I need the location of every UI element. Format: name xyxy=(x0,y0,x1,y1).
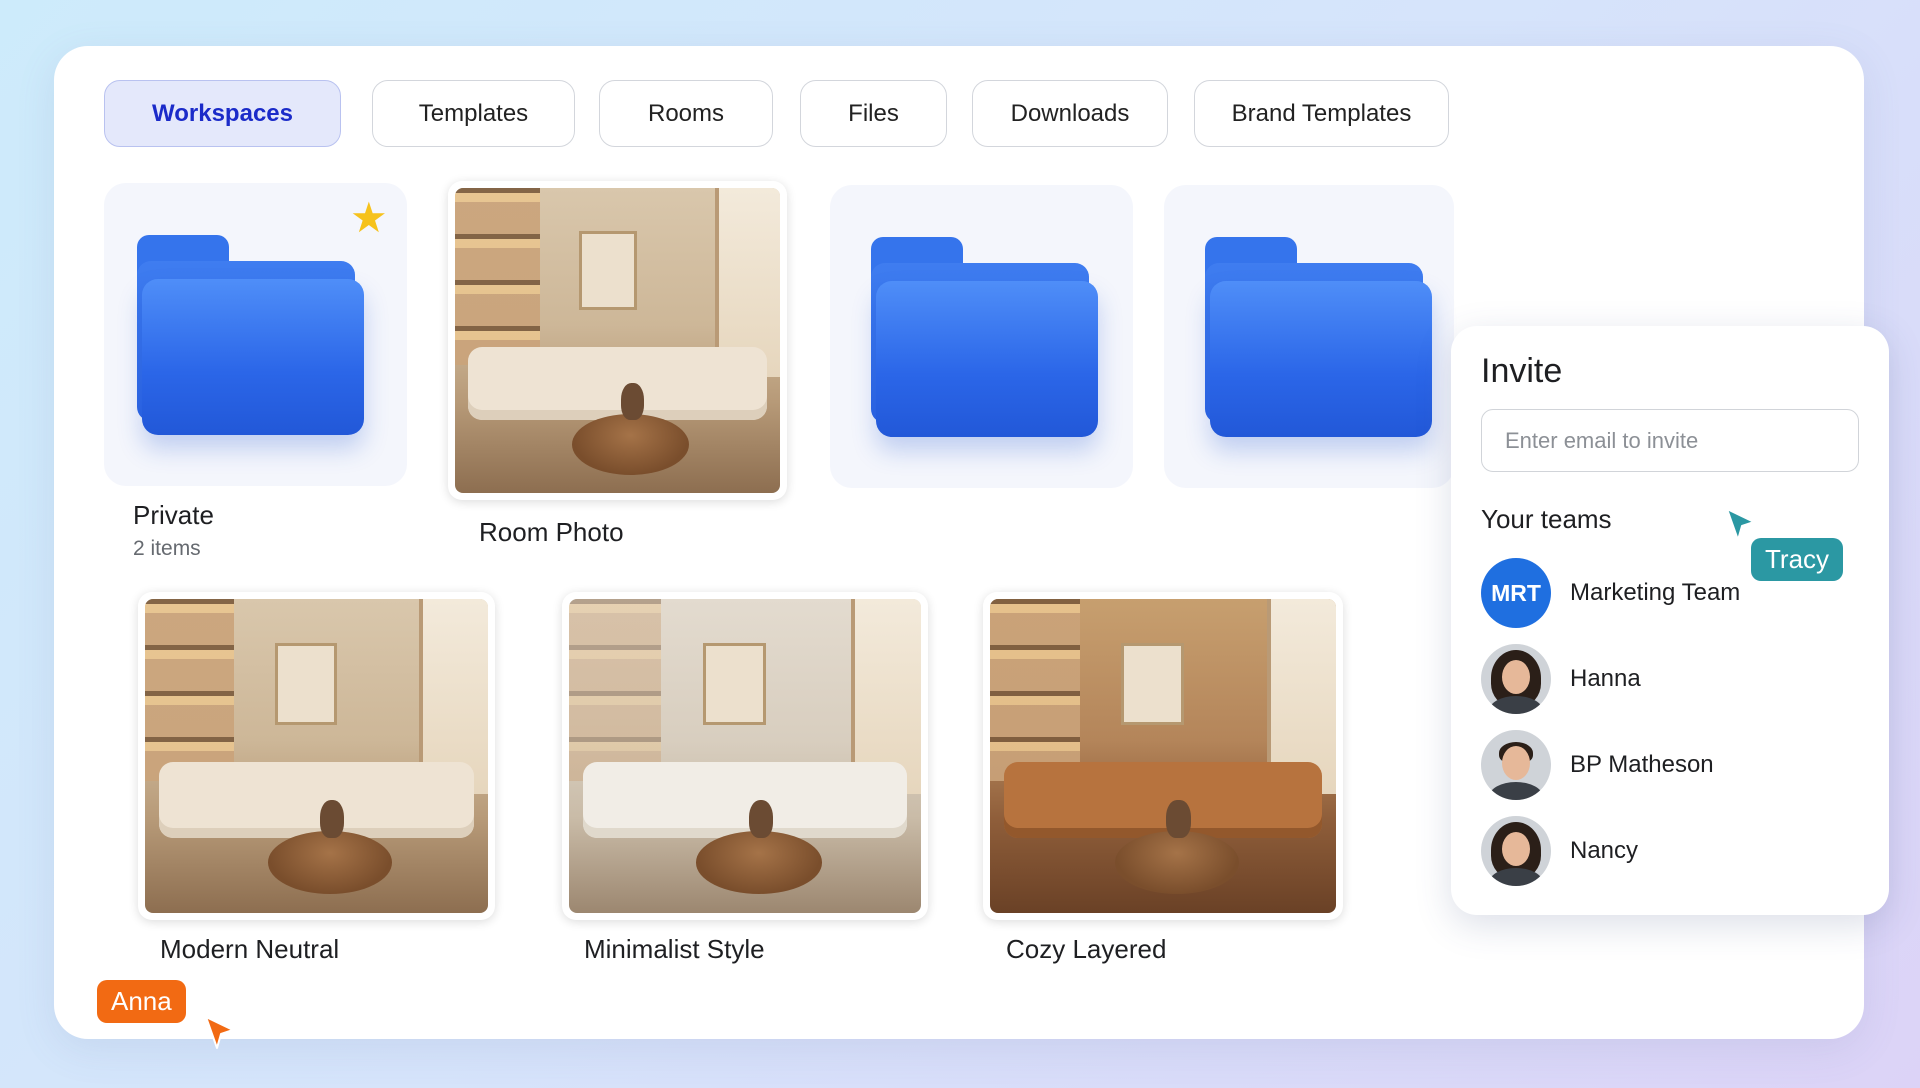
room-photo-thumbnail[interactable] xyxy=(448,181,787,500)
tab-templates[interactable]: Templates xyxy=(372,80,575,147)
folder-unnamed-1[interactable] xyxy=(830,185,1133,488)
tab-rooms[interactable]: Rooms xyxy=(599,80,773,147)
invite-panel: Invite Your teams MRT Marketing Team Han… xyxy=(1451,326,1889,915)
member-item-nancy[interactable]: Nancy xyxy=(1481,816,1638,886)
folder-icon xyxy=(1202,237,1432,437)
star-icon[interactable]: ★ xyxy=(350,197,388,239)
your-teams-label: Your teams xyxy=(1481,504,1612,534)
room-photo-image xyxy=(455,188,780,493)
tab-workspaces[interactable]: Workspaces xyxy=(104,80,341,147)
team-item-marketing[interactable]: MRT Marketing Team xyxy=(1481,558,1740,628)
member-name: BP Matheson xyxy=(1570,751,1714,778)
modern-neutral-image xyxy=(145,599,488,913)
folder-private-count: 2 items xyxy=(133,537,201,560)
folder-icon xyxy=(134,235,364,435)
minimalist-style-thumbnail[interactable] xyxy=(562,592,928,920)
member-name: Hanna xyxy=(1570,665,1641,692)
member-item-hanna[interactable]: Hanna xyxy=(1481,644,1641,714)
anna-cursor-icon xyxy=(205,1016,234,1049)
cozy-layered-image xyxy=(990,599,1336,913)
member-name: Marketing Team xyxy=(1570,579,1741,606)
minimalist-style-title: Minimalist Style xyxy=(584,934,765,964)
minimalist-style-image xyxy=(569,599,921,913)
avatar xyxy=(1481,816,1551,886)
folder-private[interactable]: ★ xyxy=(104,183,407,486)
member-item-bp-matheson[interactable]: BP Matheson xyxy=(1481,730,1714,800)
team-avatar: MRT xyxy=(1481,558,1551,628)
folder-private-title: Private xyxy=(133,500,214,530)
modern-neutral-title: Modern Neutral xyxy=(160,934,340,964)
cozy-layered-title: Cozy Layered xyxy=(1006,934,1167,964)
tracy-cursor-label: Tracy xyxy=(1751,538,1844,581)
invite-title: Invite xyxy=(1481,352,1563,390)
tracy-cursor-icon xyxy=(1726,508,1755,541)
cozy-layered-thumbnail[interactable] xyxy=(983,592,1343,920)
modern-neutral-thumbnail[interactable] xyxy=(138,592,495,920)
tab-downloads[interactable]: Downloads xyxy=(972,80,1168,147)
tab-brand-templates[interactable]: Brand Templates xyxy=(1194,80,1449,147)
avatar xyxy=(1481,644,1551,714)
avatar xyxy=(1481,730,1551,800)
member-name: Nancy xyxy=(1570,837,1639,864)
anna-cursor-label: Anna xyxy=(97,980,186,1023)
room-photo-title: Room Photo xyxy=(479,517,624,547)
folder-icon xyxy=(868,237,1098,437)
email-input[interactable] xyxy=(1481,409,1859,472)
tab-files[interactable]: Files xyxy=(800,80,947,147)
folder-unnamed-2[interactable] xyxy=(1164,185,1454,488)
